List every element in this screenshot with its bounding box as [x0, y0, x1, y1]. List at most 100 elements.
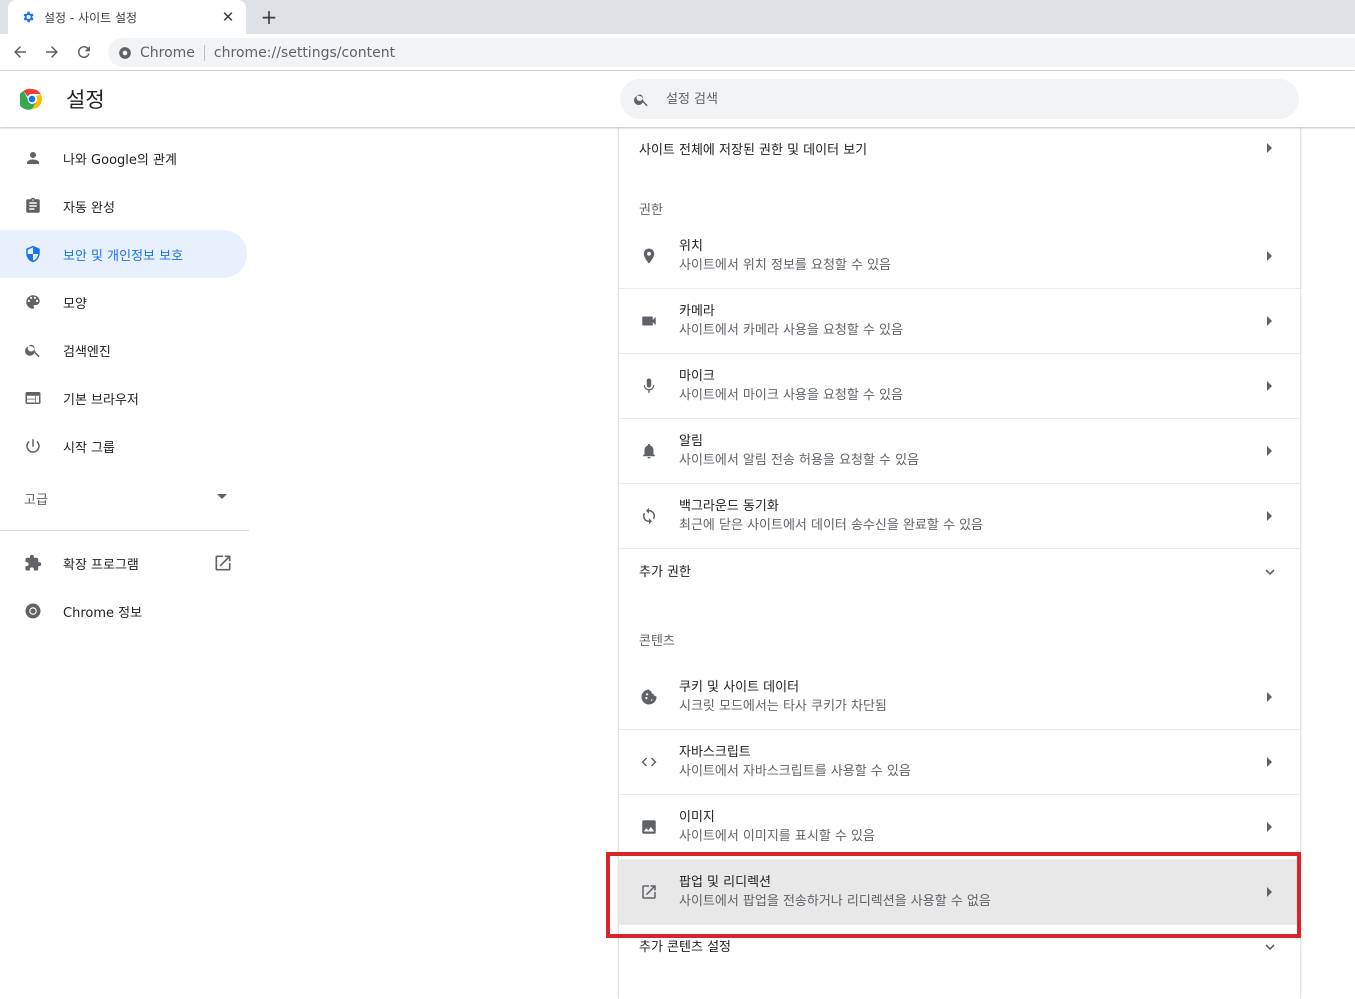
permission-microphone-row[interactable]: 마이크사이트에서 마이크 사용을 요청할 수 있음 [619, 353, 1300, 418]
sidebar-item-label: Chrome 정보 [63, 605, 143, 621]
row-title: 알림 [679, 434, 703, 449]
sidebar-item-label: 확장 프로그램 [63, 557, 139, 573]
row-description: 최근에 닫은 사이트에서 데이터 송수신을 완료할 수 있음 [679, 518, 984, 533]
tab-strip: 설정 - 사이트 설정 ✕ + [0, 0, 1355, 34]
sidebar-item-appearance[interactable]: 모양 [0, 278, 247, 326]
row-description: 사이트에서 팝업을 전송하거나 리디렉션을 사용할 수 없음 [679, 894, 991, 909]
tab-title: 설정 - 사이트 설정 [44, 10, 138, 25]
chevron-down-icon [1265, 943, 1275, 950]
search-icon [634, 94, 648, 106]
additional-content-label: 추가 콘텐츠 설정 [639, 940, 731, 955]
url-path: settings/content [280, 44, 396, 61]
site-chip: Chrome [140, 44, 195, 61]
row-title: 이미지 [679, 810, 715, 825]
sidebar-advanced-toggle[interactable]: 고급 [0, 470, 247, 526]
row-title: 백그라운드 동기화 [679, 499, 779, 514]
shield-icon [22, 243, 44, 265]
row-description: 사이트에서 카메라 사용을 요청할 수 있음 [679, 323, 903, 338]
sidebar-item-privacy-security[interactable]: 보안 및 개인정보 보호 [0, 230, 247, 278]
browser-toolbar: Chrome chrome://settings/content [0, 34, 1355, 71]
arrow-left-icon [14, 46, 26, 58]
open-in-new-icon [639, 882, 659, 902]
row-description: 사이트에서 마이크 사용을 요청할 수 있음 [679, 388, 903, 403]
puzzle-icon [22, 552, 44, 574]
forward-button[interactable] [40, 40, 64, 64]
microphone-icon [639, 376, 659, 396]
permission-background-sync-row[interactable]: 백그라운드 동기화최근에 닫은 사이트에서 데이터 송수신을 완료할 수 있음 [619, 483, 1300, 548]
back-button[interactable] [8, 40, 32, 64]
address-bar[interactable]: Chrome chrome://settings/content [108, 38, 1355, 67]
search-icon [22, 339, 44, 361]
reload-button[interactable] [72, 40, 96, 64]
row-description: 사이트에서 이미지를 표시할 수 있음 [679, 829, 875, 844]
omnibox-divider [203, 44, 205, 61]
clipboard-icon [22, 195, 44, 217]
row-description: 사이트에서 자바스크립트를 사용할 수 있음 [679, 764, 911, 779]
content-images-row[interactable]: 이미지사이트에서 이미지를 표시할 수 있음 [619, 794, 1300, 859]
settings-header: 설정 [0, 71, 1355, 127]
row-title: 카메라 [679, 304, 715, 319]
arrow-right-icon [1267, 757, 1272, 767]
row-description: 시크릿 모드에서는 타사 쿠키가 차단됨 [679, 698, 887, 714]
content-popups-row[interactable]: 팝업 및 리디렉션사이트에서 팝업을 전송하거나 리디렉션을 사용할 수 없음 [619, 859, 1300, 924]
permission-notifications-row[interactable]: 알림사이트에서 알림 전송 허용을 요청할 수 있음 [619, 418, 1300, 483]
location-icon [639, 246, 659, 266]
sidebar-divider [0, 530, 249, 531]
row-description: 사이트에서 위치 정보를 요청할 수 있음 [679, 257, 892, 273]
sidebar-item-default-browser[interactable]: 기본 브라우저 [0, 374, 247, 422]
sidebar-item-you-and-google[interactable]: 나와 Google의 관계 [0, 134, 247, 182]
reload-icon [77, 46, 90, 59]
settings-search[interactable] [620, 79, 1299, 119]
arrow-right-icon [1267, 887, 1272, 897]
permissions-heading: 권한 [639, 203, 663, 218]
bell-icon [639, 441, 659, 461]
camera-icon [639, 311, 659, 331]
search-input[interactable] [666, 91, 1226, 107]
content-javascript-row[interactable]: 자바스크립트사이트에서 자바스크립트를 사용할 수 있음 [619, 729, 1300, 794]
open-in-new-icon [215, 555, 231, 571]
person-icon [22, 147, 44, 169]
palette-icon [22, 291, 44, 313]
chevron-down-icon [1265, 568, 1275, 575]
site-settings-card: 사이트 전체에 저장된 권한 및 데이터 보기 권한 위치 사이트에서 위치 정보… [619, 127, 1300, 999]
arrow-right-icon [1267, 691, 1272, 702]
permission-location-row[interactable]: 위치 사이트에서 위치 정보를 요청할 수 있음 [619, 223, 1300, 288]
arrow-right-icon [1267, 822, 1272, 832]
row-description: 사이트에서 알림 전송 허용을 요청할 수 있음 [679, 453, 920, 468]
caret-down-icon [217, 494, 227, 499]
sidebar-item-extensions[interactable]: 확장 프로그램 [0, 539, 247, 587]
advanced-label: 고급 [24, 492, 48, 508]
additional-content-settings-row[interactable]: 추가 콘텐츠 설정 [619, 924, 1300, 970]
sidebar-item-label: 검색엔진 [63, 344, 111, 360]
sidebar-item-autofill[interactable]: 자동 완성 [0, 182, 247, 230]
chrome-logo-icon [20, 88, 42, 110]
close-icon[interactable]: ✕ [220, 9, 236, 25]
arrow-right-icon [1267, 511, 1272, 521]
row-title: 자바스크립트 [679, 745, 751, 760]
sidebar-item-on-startup[interactable]: 시작 그룹 [0, 422, 247, 470]
sidebar-item-about-chrome[interactable]: Chrome 정보 [0, 587, 247, 635]
all-sites-label: 사이트 전체에 저장된 권한 및 데이터 보기 [639, 142, 868, 158]
sidebar-item-search-engine[interactable]: 검색엔진 [0, 326, 247, 374]
power-icon [22, 435, 44, 457]
new-tab-button[interactable]: + [258, 6, 280, 28]
row-title: 마이크 [679, 369, 715, 384]
chrome-icon [22, 600, 44, 622]
content-cookies-row[interactable]: 쿠키 및 사이트 데이터시크릿 모드에서는 타사 쿠키가 차단됨 [619, 664, 1300, 729]
sidebar-item-label: 보안 및 개인정보 보호 [63, 248, 184, 264]
arrow-right-icon [46, 46, 58, 58]
tab-settings[interactable]: 설정 - 사이트 설정 ✕ [8, 0, 246, 34]
arrow-right-icon [1267, 143, 1272, 153]
arrow-right-icon [1267, 446, 1272, 456]
row-title: 팝업 및 리디렉션 [679, 875, 771, 890]
all-sites-row[interactable]: 사이트 전체에 저장된 권한 및 데이터 보기 [619, 127, 1300, 169]
content-heading: 콘텐츠 [639, 634, 675, 649]
additional-permissions-row[interactable]: 추가 권한 [619, 548, 1300, 596]
sidebar-item-label: 모양 [63, 296, 87, 312]
image-icon [639, 817, 659, 837]
arrow-right-icon [1267, 250, 1272, 261]
permission-camera-row[interactable]: 카메라사이트에서 카메라 사용을 요청할 수 있음 [619, 288, 1300, 353]
sidebar-item-label: 기본 브라우저 [63, 392, 139, 408]
gear-icon [20, 9, 36, 25]
row-title: 쿠키 및 사이트 데이터 [679, 679, 800, 695]
